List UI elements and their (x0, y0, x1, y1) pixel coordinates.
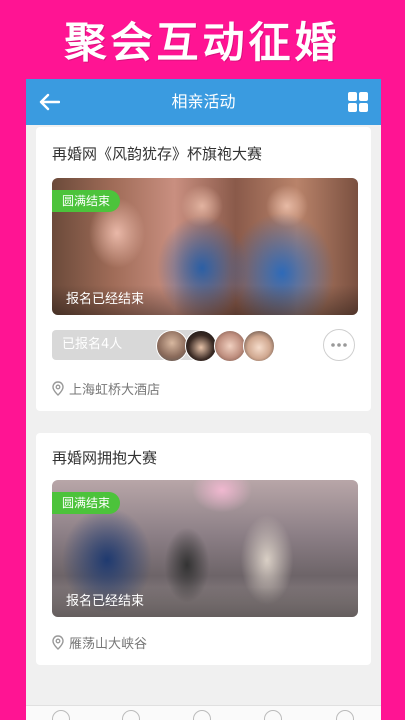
location-pin-icon (52, 381, 64, 396)
event-photo[interactable]: 圆满结束 报名已经结束 (52, 480, 358, 617)
event-location: 上海虹桥大酒店 (52, 379, 160, 398)
more-icon (331, 343, 347, 347)
nav-user-icon[interactable] (122, 710, 140, 720)
event-title: 再婚网拥抱大赛 (52, 449, 158, 467)
page-title: 相亲活动 (171, 92, 236, 111)
avatar[interactable] (156, 330, 188, 362)
event-card[interactable]: 再婚网《风韵犹存》杯旗袍大赛 圆满结束 报名已经结束 已报名4人 上海虹桥大酒店 (36, 127, 371, 411)
top-bar: 相亲活动 (26, 79, 381, 125)
location-label: 雁荡山大峡谷 (69, 637, 148, 652)
registration-closed-label: 报名已经结束 (66, 292, 145, 307)
app-screen: 相亲活动 再婚网《风韵犹存》杯旗袍大赛 圆满结束 报名已经结束 已报名4人 上海… (26, 79, 381, 720)
more-button[interactable] (323, 329, 355, 361)
event-photo[interactable]: 圆满结束 报名已经结束 (52, 178, 358, 315)
grid-icon (348, 92, 368, 112)
event-card[interactable]: 再婚网拥抱大赛 圆满结束 报名已经结束 雁荡山大峡谷 (36, 433, 371, 665)
event-title: 再婚网《风韵犹存》杯旗袍大赛 (52, 145, 263, 163)
avatar[interactable] (214, 330, 246, 362)
status-badge: 圆满结束 (52, 492, 121, 514)
registration-closed-label: 报名已经结束 (66, 594, 145, 609)
avatar[interactable] (243, 330, 275, 362)
nav-center-icon[interactable] (193, 710, 211, 720)
status-badge: 圆满结束 (52, 190, 121, 212)
bottom-nav (26, 705, 381, 720)
nav-home-icon[interactable] (52, 710, 70, 720)
promo-banner-title: 聚会互动征婚 (64, 17, 341, 67)
location-label: 上海虹桥大酒店 (69, 383, 161, 398)
nav-message-icon[interactable] (264, 710, 282, 720)
avatar[interactable] (185, 330, 217, 362)
nav-profile-icon[interactable] (336, 710, 354, 720)
location-pin-icon (52, 635, 64, 650)
event-location: 雁荡山大峡谷 (52, 633, 147, 652)
menu-button[interactable] (347, 91, 369, 113)
